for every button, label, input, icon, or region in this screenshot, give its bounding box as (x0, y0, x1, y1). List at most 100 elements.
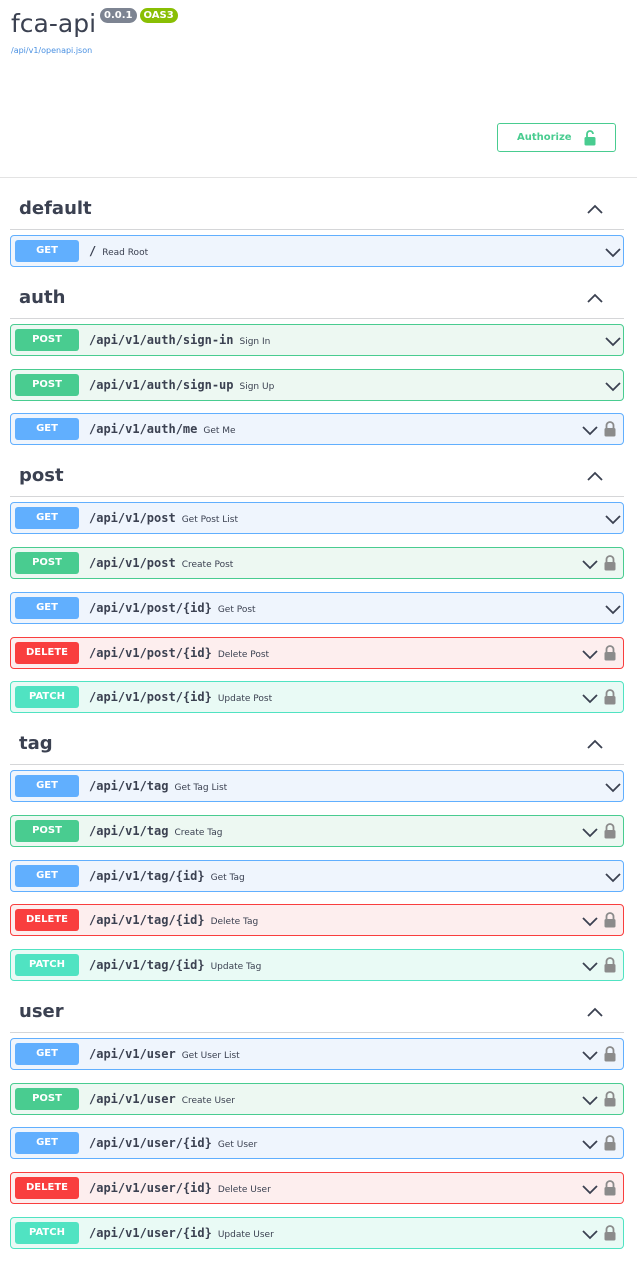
collapse-toggle[interactable] (586, 469, 604, 487)
expand-toggle[interactable] (581, 1137, 599, 1155)
chevron-up-icon (587, 472, 603, 482)
chevron-down-icon (582, 560, 598, 570)
path-text: /api/v1/tag/{id} (89, 869, 205, 883)
lock-icon[interactable] (604, 957, 616, 973)
operation-patch[interactable]: PATCH/api/v1/post/{id} Update Post (10, 681, 624, 713)
expand-toggle[interactable] (604, 602, 622, 620)
expand-toggle[interactable] (604, 512, 622, 530)
lock-icon[interactable] (604, 689, 616, 705)
operation-get[interactable]: GET/api/v1/tag/{id} Get Tag (10, 860, 624, 892)
collapse-toggle[interactable] (586, 291, 604, 309)
expand-toggle[interactable] (604, 334, 622, 352)
method-badge: POST (15, 374, 79, 396)
tag-section-tag[interactable]: tag (10, 729, 624, 766)
operation-path: /api/v1/user/{id} Update User (89, 1226, 274, 1240)
operation-summary: Create User (181, 1096, 235, 1106)
path-text: / (89, 244, 97, 258)
chevron-down-icon (605, 515, 621, 525)
expand-toggle[interactable] (604, 379, 622, 397)
expand-toggle[interactable] (581, 825, 599, 843)
operation-get[interactable]: GET/api/v1/auth/me Get Me (10, 413, 624, 445)
operation-summary: Delete User (217, 1185, 271, 1195)
operation-path: /api/v1/user/{id} Delete User (89, 1181, 271, 1195)
version-badge: 0.0.1 (100, 8, 137, 23)
chevron-up-icon (587, 204, 603, 214)
path-text: /api/v1/tag/{id} (89, 913, 205, 927)
operation-summary: Get Tag List (174, 783, 228, 793)
expand-toggle[interactable] (581, 959, 599, 977)
operation-delete[interactable]: DELETE/api/v1/post/{id} Delete Post (10, 637, 624, 669)
expand-toggle[interactable] (581, 647, 599, 665)
chevron-down-icon (605, 248, 621, 258)
lock-icon[interactable] (604, 823, 616, 839)
expand-toggle[interactable] (581, 1048, 599, 1066)
expand-toggle[interactable] (604, 870, 622, 888)
operation-get[interactable]: GET/api/v1/post Get Post List (10, 502, 624, 534)
path-text: /api/v1/post (89, 556, 176, 570)
operation-path: / Read Root (89, 244, 148, 258)
chevron-down-icon (582, 1185, 598, 1195)
operation-summary: Get Post (217, 605, 256, 615)
method-badge: GET (15, 507, 79, 529)
path-text: /api/v1/tag/{id} (89, 958, 205, 972)
chevron-up-icon (587, 1007, 603, 1017)
expand-toggle[interactable] (581, 557, 599, 575)
expand-toggle[interactable] (604, 245, 622, 263)
operation-summary: Create Post (181, 560, 234, 570)
authorize-button[interactable]: Authorize (497, 123, 616, 152)
operation-post[interactable]: POST/api/v1/auth/sign-in Sign In (10, 324, 624, 356)
lock-icon[interactable] (604, 912, 616, 928)
operation-summary: Update Post (217, 694, 273, 704)
operation-summary: Create Tag (174, 828, 223, 838)
operation-get[interactable]: GET/api/v1/user/{id} Get User (10, 1127, 624, 1159)
lock-icon[interactable] (604, 421, 616, 437)
expand-toggle[interactable] (581, 1227, 599, 1245)
expand-toggle[interactable] (581, 914, 599, 932)
lock-icon[interactable] (604, 1091, 616, 1107)
path-text: /api/v1/auth/sign-in (89, 333, 234, 347)
operation-get[interactable]: GET / Read Root (10, 235, 624, 267)
lock-icon[interactable] (604, 1046, 616, 1062)
method-badge: POST (15, 820, 79, 842)
operation-get[interactable]: GET/api/v1/post/{id} Get Post (10, 592, 624, 624)
collapse-toggle[interactable] (586, 1005, 604, 1023)
method-badge: POST (15, 329, 79, 351)
lock-icon[interactable] (604, 1225, 616, 1241)
tag-section-auth[interactable]: auth (10, 283, 624, 319)
oas-badge: OAS3 (139, 8, 178, 23)
operation-summary: Sign In (239, 337, 271, 347)
path-text: /api/v1/user/{id} (89, 1226, 212, 1240)
method-badge: DELETE (15, 909, 79, 931)
lock-icon[interactable] (604, 1180, 616, 1196)
openapi-json-link[interactable]: /api/v1/openapi.json (11, 46, 178, 55)
lock-icon[interactable] (604, 1135, 616, 1151)
expand-toggle[interactable] (581, 1182, 599, 1200)
operation-delete[interactable]: DELETE/api/v1/tag/{id} Delete Tag (10, 904, 624, 936)
operation-post[interactable]: POST/api/v1/auth/sign-up Sign Up (10, 369, 624, 401)
operation-post[interactable]: POST/api/v1/post Create Post (10, 547, 624, 579)
method-badge: GET (15, 240, 79, 262)
tag-section-default[interactable]: default (10, 194, 624, 230)
lock-icon[interactable] (604, 645, 616, 661)
expand-toggle[interactable] (581, 691, 599, 709)
operation-get[interactable]: GET/api/v1/tag Get Tag List (10, 770, 624, 802)
expand-toggle[interactable] (581, 1093, 599, 1111)
chevron-down-icon (605, 783, 621, 793)
operation-get[interactable]: GET/api/v1/user Get User List (10, 1038, 624, 1070)
tag-section-post[interactable]: post (10, 461, 624, 498)
collapse-toggle[interactable] (586, 202, 604, 220)
chevron-down-icon (582, 426, 598, 436)
tag-section-user[interactable]: user (10, 997, 624, 1033)
operation-path: /api/v1/tag Create Tag (89, 824, 223, 838)
expand-toggle[interactable] (604, 780, 622, 798)
operation-post[interactable]: POST/api/v1/user Create User (10, 1083, 624, 1115)
lock-icon[interactable] (604, 555, 616, 571)
operation-path: /api/v1/auth/sign-in Sign In (89, 333, 270, 347)
operation-post[interactable]: POST/api/v1/tag Create Tag (10, 815, 624, 847)
expand-toggle[interactable] (581, 423, 599, 441)
operation-patch[interactable]: PATCH/api/v1/tag/{id} Update Tag (10, 949, 624, 981)
collapse-toggle[interactable] (586, 737, 604, 755)
operation-delete[interactable]: DELETE/api/v1/user/{id} Delete User (10, 1172, 624, 1204)
operation-patch[interactable]: PATCH/api/v1/user/{id} Update User (10, 1217, 624, 1249)
chevron-down-icon (605, 382, 621, 392)
